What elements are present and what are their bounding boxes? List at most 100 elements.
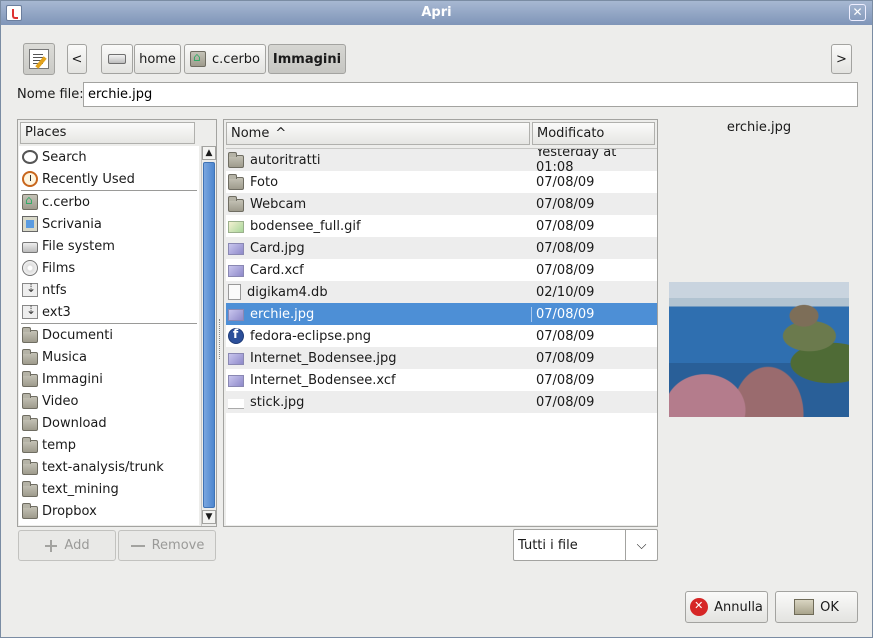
folder-icon — [22, 502, 38, 519]
ok-button[interactable]: OK — [775, 591, 858, 623]
place-item-temp[interactable]: temp — [19, 434, 199, 456]
places-column-header[interactable]: Places — [20, 122, 195, 144]
filter-value: Tutti i file — [518, 537, 578, 553]
file-name: erchie.jpg — [250, 306, 315, 322]
file-row[interactable]: Card.xcf 07/08/09 — [226, 259, 657, 281]
crumb-home[interactable]: home — [134, 44, 181, 74]
place-item-file-system[interactable]: File system — [19, 235, 199, 257]
place-item-ext3[interactable]: ext3 — [19, 301, 199, 323]
place-item-download[interactable]: Download — [19, 412, 199, 434]
place-label: Musica — [42, 349, 87, 365]
preview-filename: erchie.jpg — [726, 120, 792, 135]
filename-label: Nome file: — [17, 87, 84, 102]
crumb-immagini[interactable]: Immagini — [268, 44, 346, 74]
scroll-up-arrow-icon[interactable]: ▲ — [202, 146, 216, 160]
place-label: Films — [42, 260, 76, 276]
place-item-recently-used[interactable]: Recently Used — [19, 168, 199, 190]
file-open-dialog: Apri ✕ < home c.cerbo Immagini > Nome fi… — [0, 0, 873, 638]
place-label: c.cerbo — [42, 194, 90, 210]
column-header-name[interactable]: Nome ^ — [226, 122, 530, 145]
remove-place-button[interactable]: Remove — [118, 530, 216, 561]
title-bar: Apri ✕ — [1, 1, 872, 25]
remove-label: Remove — [151, 538, 205, 553]
file-name: Card.xcf — [250, 262, 304, 278]
scroll-thumb[interactable] — [203, 162, 215, 508]
file-row[interactable]: Webcam 07/08/09 — [226, 193, 657, 215]
path-back-button[interactable]: < — [67, 44, 87, 74]
file-row[interactable]: Internet_Bodensee.xcf 07/08/09 — [226, 369, 657, 391]
column-header-modified[interactable]: Modificato — [532, 122, 655, 145]
cancel-label: Annulla — [714, 599, 763, 615]
file-list: autoritratti Yesterday at 01:08 Foto 07/08… — [226, 148, 657, 525]
place-label: Recently Used — [42, 171, 135, 187]
file-modified: 07/08/09 — [536, 174, 595, 190]
drive-icon — [22, 242, 38, 253]
place-item-video[interactable]: Video — [19, 390, 199, 412]
crumb-home-label: home — [139, 51, 176, 67]
file-row[interactable]: Internet_Bodensee.jpg 07/08/09 — [226, 347, 657, 369]
place-item-dropbox[interactable]: Dropbox — [19, 500, 199, 522]
file-row[interactable]: Foto 07/08/09 — [226, 171, 657, 193]
file-modified: 07/08/09 — [536, 196, 595, 212]
file-modified: 07/08/09 — [531, 306, 657, 322]
folder-icon — [22, 348, 38, 365]
image-icon — [228, 243, 244, 255]
add-place-button[interactable]: Add — [18, 530, 116, 561]
pane-resize-handle[interactable] — [219, 319, 221, 359]
filename-input[interactable] — [83, 82, 858, 107]
file-modified: 02/10/09 — [536, 284, 595, 300]
file-row[interactable]: Card.jpg 07/08/09 — [226, 237, 657, 259]
scroll-down-arrow-icon[interactable]: ▼ — [202, 510, 216, 524]
add-label: Add — [64, 538, 90, 553]
place-label: Immagini — [42, 371, 103, 387]
place-item-scrivania[interactable]: Scrivania — [19, 213, 199, 235]
place-item-documenti[interactable]: Documenti — [19, 324, 199, 346]
place-item-ntfs[interactable]: ntfs — [19, 279, 199, 301]
file-row[interactable]: bodensee_full.gif 07/08/09 — [226, 215, 657, 237]
close-window-button[interactable]: ✕ — [849, 4, 866, 21]
folder-icon — [22, 458, 38, 475]
file-type-filter-select[interactable]: Tutti i file ⌵ — [513, 529, 658, 561]
place-item-text-analysis[interactable]: text-analysis/trunk — [19, 456, 199, 478]
plus-icon — [44, 539, 58, 553]
type-location-toggle-button[interactable] — [23, 43, 55, 75]
place-item-films[interactable]: Films — [19, 257, 199, 279]
window-title: Apri — [421, 5, 452, 20]
folder-icon — [228, 151, 244, 168]
places-scrollbar[interactable]: ▲ ▼ — [201, 146, 216, 526]
file-row-selected[interactable]: erchie.jpg 07/08/09 — [226, 303, 657, 325]
edit-icon — [29, 49, 49, 69]
place-item-ccerbo[interactable]: c.cerbo — [19, 191, 199, 213]
file-name: autoritratti — [250, 152, 321, 168]
recent-icon — [22, 171, 38, 187]
image-icon — [228, 221, 244, 233]
file-row[interactable]: digikam4.db 02/10/09 — [226, 281, 657, 303]
place-label: Documenti — [42, 327, 113, 343]
crumb-user-home[interactable]: c.cerbo — [184, 44, 266, 74]
file-modified: 07/08/09 — [536, 350, 595, 366]
file-row[interactable]: stick.jpg 07/08/09 — [226, 391, 657, 413]
folder-icon — [22, 436, 38, 453]
image-icon — [228, 375, 244, 387]
place-item-immagini[interactable]: Immagini — [19, 368, 199, 390]
place-label: ext3 — [42, 304, 71, 320]
place-item-search[interactable]: Search — [19, 146, 199, 168]
file-modified: 07/08/09 — [536, 372, 595, 388]
file-name: Webcam — [250, 196, 307, 212]
image-icon — [228, 265, 244, 277]
file-name: stick.jpg — [250, 394, 305, 410]
image-icon — [228, 309, 244, 321]
cancel-button[interactable]: Annulla — [685, 591, 768, 623]
place-item-musica[interactable]: Musica — [19, 346, 199, 368]
file-name: Card.jpg — [250, 240, 305, 256]
file-row[interactable]: fedora-eclipse.png 07/08/09 — [226, 325, 657, 347]
column-name-label: Nome — [231, 126, 270, 141]
crumb-root-drive[interactable] — [101, 44, 133, 74]
image-icon — [228, 353, 244, 365]
file-row[interactable]: autoritratti Yesterday at 01:08 — [226, 149, 657, 175]
path-forward-button[interactable]: > — [831, 44, 852, 74]
column-modified-label: Modificato — [537, 126, 605, 141]
file-modified: 07/08/09 — [536, 218, 595, 234]
place-item-text-mining[interactable]: text_mining — [19, 478, 199, 500]
chevron-down-icon[interactable]: ⌵ — [625, 530, 657, 560]
